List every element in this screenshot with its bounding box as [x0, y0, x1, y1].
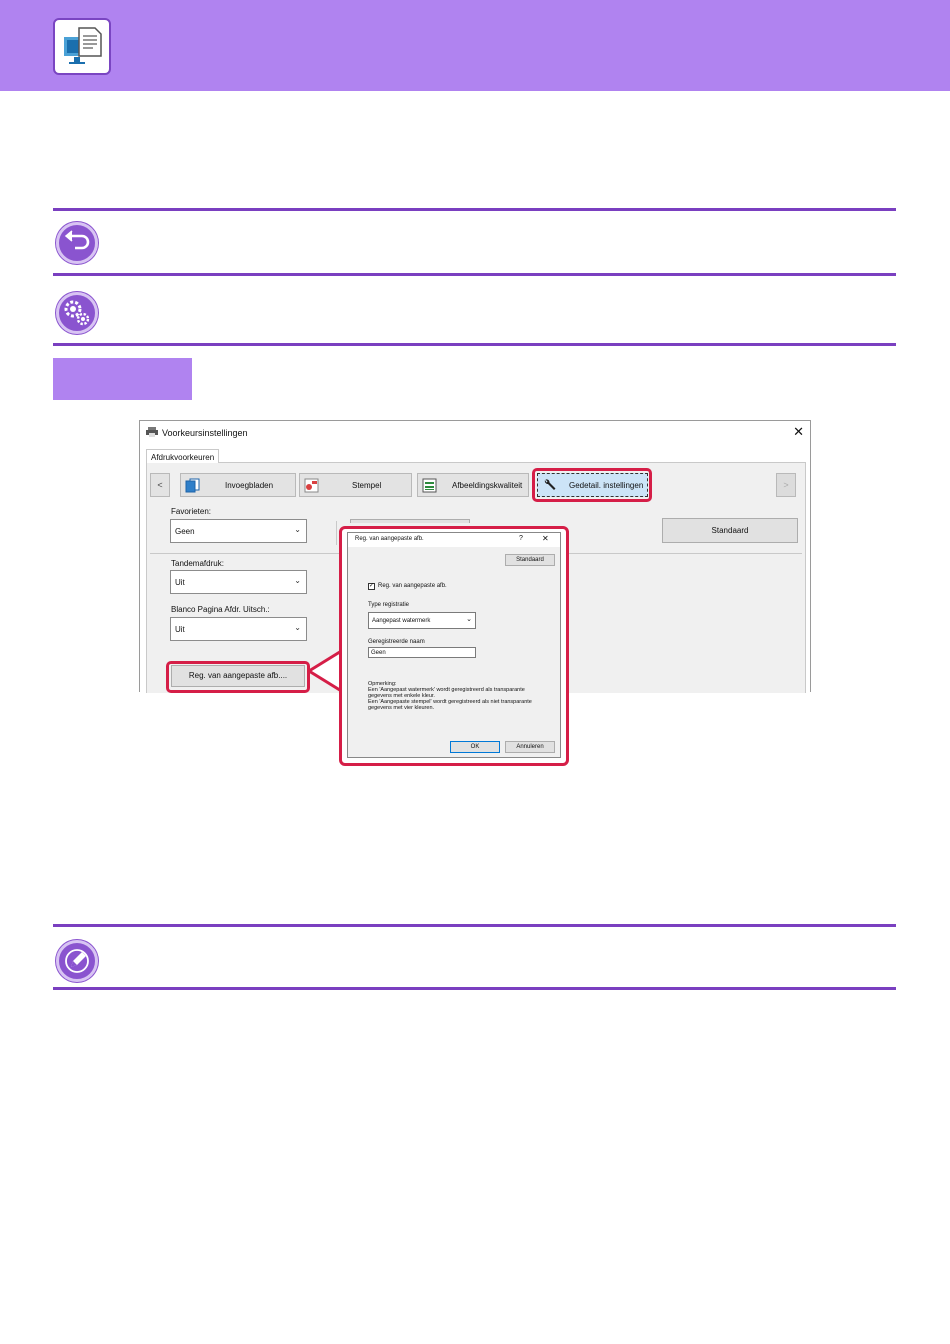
tandem-select[interactable]: Uit ⌄: [170, 570, 307, 594]
favorites-label: Favorieten:: [171, 507, 212, 516]
chevron-down-icon: ⌄: [294, 576, 301, 585]
register-custom-image-button[interactable]: Reg. van aangepaste afb....: [171, 665, 305, 687]
toolbar-item-inserts[interactable]: Invoegbladen: [180, 473, 296, 497]
type-label: Type registratie: [368, 602, 410, 608]
popup-standard-button[interactable]: Standaard: [505, 554, 555, 566]
name-value: Geen: [371, 650, 386, 656]
chevron-down-icon: ⌄: [466, 616, 472, 623]
section-rule-bottom: [53, 343, 896, 346]
printer-monitor-icon: [53, 18, 111, 75]
dialog-titlebar: Voorkeursinstellingen ✕: [140, 421, 810, 443]
toolbar-item-detailed-settings[interactable]: Gedetail. instellingen: [537, 473, 648, 497]
popup-title: Reg. van aangepaste afb.: [355, 536, 424, 542]
pages-icon: [185, 478, 200, 493]
image-quality-icon: [422, 478, 437, 493]
note-rule-bottom: [53, 987, 896, 990]
toolbar-item-image-quality[interactable]: Afbeeldingskwaliteit: [417, 473, 529, 497]
name-input[interactable]: Geen: [368, 647, 476, 658]
register-checkbox[interactable]: ✓: [368, 583, 375, 590]
favorites-value: Geen: [175, 527, 195, 536]
close-icon[interactable]: ✕: [542, 534, 549, 543]
type-value: Aangepast watermerk: [372, 618, 431, 624]
help-icon[interactable]: ?: [519, 535, 523, 542]
blank-page-select[interactable]: Uit ⌄: [170, 617, 307, 641]
chevron-down-icon: ⌄: [294, 525, 301, 534]
wrench-icon: [544, 479, 556, 490]
type-select[interactable]: Aangepast watermerk ⌄: [368, 612, 476, 629]
tandem-value: Uit: [175, 578, 185, 587]
favorites-select[interactable]: Geen ⌄: [170, 519, 307, 543]
step-label: [53, 358, 192, 400]
tandem-label: Tandemafdruk:: [171, 559, 224, 568]
toolbar-item-stamp[interactable]: Stempel: [299, 473, 412, 497]
tab-strip: Afdrukvoorkeuren: [146, 449, 806, 464]
pencil-note-icon: [56, 940, 98, 982]
scroll-left-button[interactable]: <: [150, 473, 170, 497]
toolbar-item-label: Gedetail. instellingen: [569, 481, 644, 490]
toolbar-item-label: Stempel: [352, 481, 382, 490]
tab-print-preferences[interactable]: Afdrukvoorkeuren: [146, 449, 220, 464]
stamp-icon: [304, 478, 319, 493]
standard-button[interactable]: Standaard: [662, 518, 798, 543]
note-line: gegevens met vier kleuren.: [368, 705, 435, 711]
popup-titlebar: Reg. van aangepaste afb. ? ✕: [348, 533, 560, 547]
blank-page-label: Blanco Pagina Afdr. Uitsch.:: [171, 605, 270, 614]
page-header: [0, 0, 950, 91]
register-checkbox-label: Reg. van aangepaste afb.: [378, 583, 447, 589]
vertical-divider: [336, 521, 337, 545]
cancel-button[interactable]: Annuleren: [505, 741, 555, 753]
section-rule-middle: [53, 273, 896, 276]
toolbar-item-label: Invoegbladen: [225, 481, 274, 490]
back-arrow-icon: [56, 222, 98, 264]
printer-icon: [146, 427, 158, 437]
toolbar-item-label: Afbeeldingskwaliteit: [452, 481, 523, 490]
ok-button[interactable]: OK: [450, 741, 500, 753]
dialog-title: Voorkeursinstellingen: [162, 428, 248, 438]
name-label: Geregistreerde naam: [368, 639, 425, 645]
close-icon[interactable]: ✕: [793, 425, 804, 438]
section-rule-top: [53, 208, 896, 211]
chevron-down-icon: ⌄: [294, 623, 301, 632]
blank-page-value: Uit: [175, 625, 185, 634]
register-image-popup: Reg. van aangepaste afb. ? ✕ Standaard ✓…: [347, 532, 561, 758]
settings-gear-icon: [56, 292, 98, 334]
note-rule-top: [53, 924, 896, 927]
hidden-button-edge: [350, 519, 470, 523]
scroll-right-button[interactable]: >: [776, 473, 796, 497]
